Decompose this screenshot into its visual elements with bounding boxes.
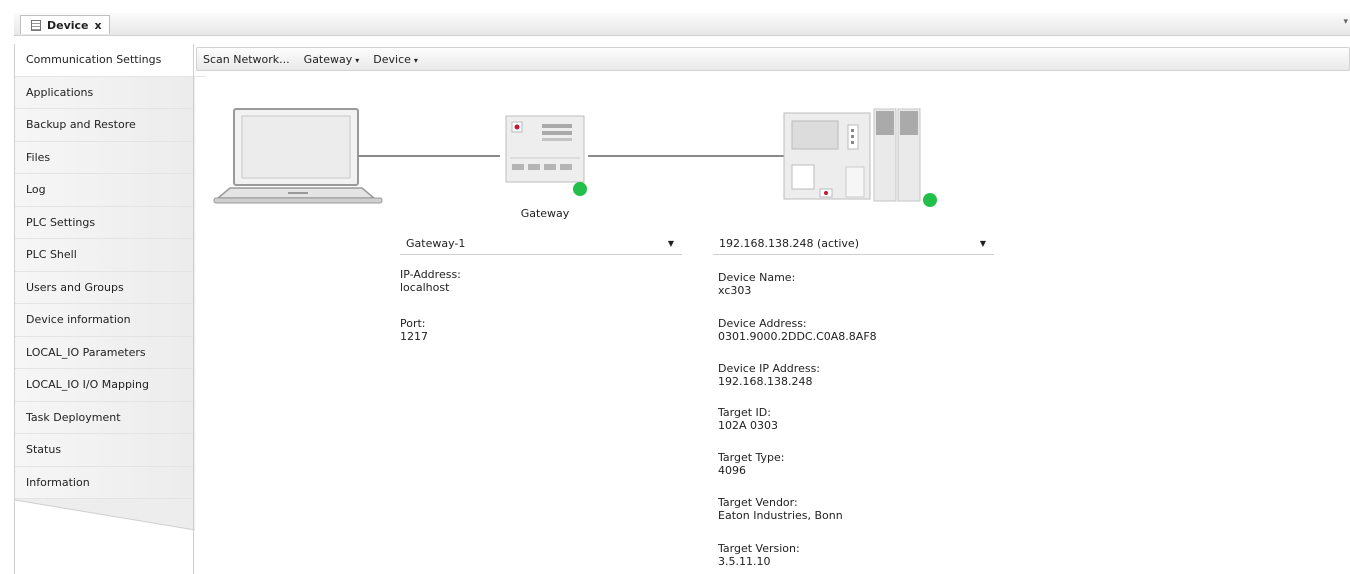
- sidebar-divider: [193, 44, 194, 574]
- device-info-value: 0301.9000.2DDC.C0A8.8AF8: [718, 330, 877, 343]
- sidebar-item[interactable]: Status: [15, 434, 194, 467]
- sidebar-item[interactable]: Applications: [15, 76, 194, 109]
- sidebar-item[interactable]: Communication Settings: [15, 44, 206, 77]
- tab-overflow-icon[interactable]: ▾: [1343, 17, 1348, 27]
- device-info-field: Device Address: 0301.9000.2DDC.C0A8.8AF8: [718, 317, 877, 343]
- device-info-field: Device Name: xc303: [718, 271, 795, 297]
- device-info-label: Device Name:: [718, 271, 796, 284]
- device-status-indicator: [923, 193, 937, 207]
- device-info-field: Target ID: 102A 0303: [718, 406, 778, 432]
- device-info-field: Target Type: 4096: [718, 451, 785, 477]
- device-info-label: Device IP Address:: [718, 362, 821, 375]
- device-info-field: Target Vendor: Eaton Industries, Bonn: [718, 496, 843, 522]
- gateway-ip-info: IP-Address: localhost: [400, 268, 461, 294]
- sidebar-item[interactable]: Information: [15, 466, 194, 499]
- device-editor-sidebar: Communication Settings Applications Backup…: [14, 44, 206, 574]
- connection-line-gateway-device: [588, 155, 784, 157]
- gateway-port-info: Port: 1217: [400, 317, 428, 343]
- tab-device[interactable]: Device x: [20, 15, 110, 34]
- device-info-value: 102A 0303: [718, 419, 779, 432]
- device-info-value: Eaton Industries, Bonn: [718, 509, 843, 522]
- device-info-label: Target Type:: [718, 451, 785, 464]
- device-info-label: Target ID:: [718, 406, 771, 419]
- chevron-down-icon: ▼: [667, 239, 674, 248]
- chevron-down-icon: ▾: [413, 55, 418, 65]
- gateway-select[interactable]: Gateway-1 ▼: [400, 233, 682, 255]
- device-info-value: 4096: [718, 464, 746, 477]
- gateway-ip-label: IP-Address:: [400, 268, 461, 281]
- scan-network-button[interactable]: Scan Network...: [203, 53, 290, 66]
- gateway-select-value: Gateway-1: [406, 237, 466, 250]
- device-info-field: Device IP Address: 192.168.138.248: [718, 362, 820, 388]
- device-select-value: 192.168.138.248 (active): [719, 237, 859, 250]
- device-info-value: 3.5.11.10: [718, 555, 771, 568]
- gateway-menu-button[interactable]: Gateway ▾: [304, 53, 360, 66]
- device-info-field: Target Version: 3.5.11.10: [718, 542, 800, 568]
- gateway-port-label: Port:: [400, 317, 426, 330]
- connection-line-pc-gateway: [358, 155, 500, 157]
- plc-device-icon: [783, 108, 937, 207]
- document-icon: [31, 19, 41, 31]
- device-select[interactable]: 192.168.138.248 (active) ▼: [713, 233, 994, 255]
- device-info-value: xc303: [718, 284, 752, 297]
- sidebar-item[interactable]: PLC Shell: [15, 239, 194, 272]
- device-info-value: 192.168.138.248: [718, 375, 813, 388]
- gateway-port-value: 1217: [400, 330, 428, 343]
- gateway-ip-value: localhost: [400, 281, 450, 294]
- tab-title: Device: [47, 18, 89, 32]
- sidebar-item[interactable]: Task Deployment: [15, 401, 194, 434]
- sidebar-item[interactable]: Users and Groups: [15, 271, 194, 304]
- chevron-down-icon: ▾: [355, 55, 360, 65]
- gateway-menu-label: Gateway: [303, 52, 353, 66]
- device-menu-button[interactable]: Device ▾: [373, 53, 418, 66]
- chevron-down-icon: ▼: [979, 239, 986, 248]
- device-info-label: Target Version:: [718, 542, 800, 555]
- device-menu-label: Device: [373, 52, 411, 66]
- close-icon[interactable]: x: [95, 19, 102, 32]
- sidebar-item[interactable]: LOCAL_IO Parameters: [15, 336, 194, 369]
- device-info-label: Device Address:: [718, 317, 807, 330]
- gateway-caption: Gateway: [520, 207, 570, 220]
- document-tab-bar: Device x ▾: [14, 13, 1350, 36]
- sidebar-item[interactable]: PLC Settings: [15, 206, 194, 239]
- window-top-strip: [0, 0, 1350, 13]
- sidebar-item[interactable]: Device information: [15, 304, 194, 337]
- gateway-device-icon: [505, 115, 587, 196]
- scan-network-label: Scan Network...: [203, 52, 290, 66]
- sidebar-item[interactable]: Backup and Restore: [15, 109, 194, 142]
- communication-toolbar: Scan Network... Gateway ▾ Device ▾: [196, 47, 1350, 71]
- sidebar-item[interactable]: LOCAL_IO I/O Mapping: [15, 369, 194, 402]
- sidebar-item[interactable]: Files: [15, 141, 194, 174]
- gateway-status-indicator: [573, 182, 587, 196]
- sidebar-item[interactable]: Log: [15, 174, 194, 207]
- device-info-label: Target Vendor:: [718, 496, 798, 509]
- laptop-icon: [213, 108, 383, 204]
